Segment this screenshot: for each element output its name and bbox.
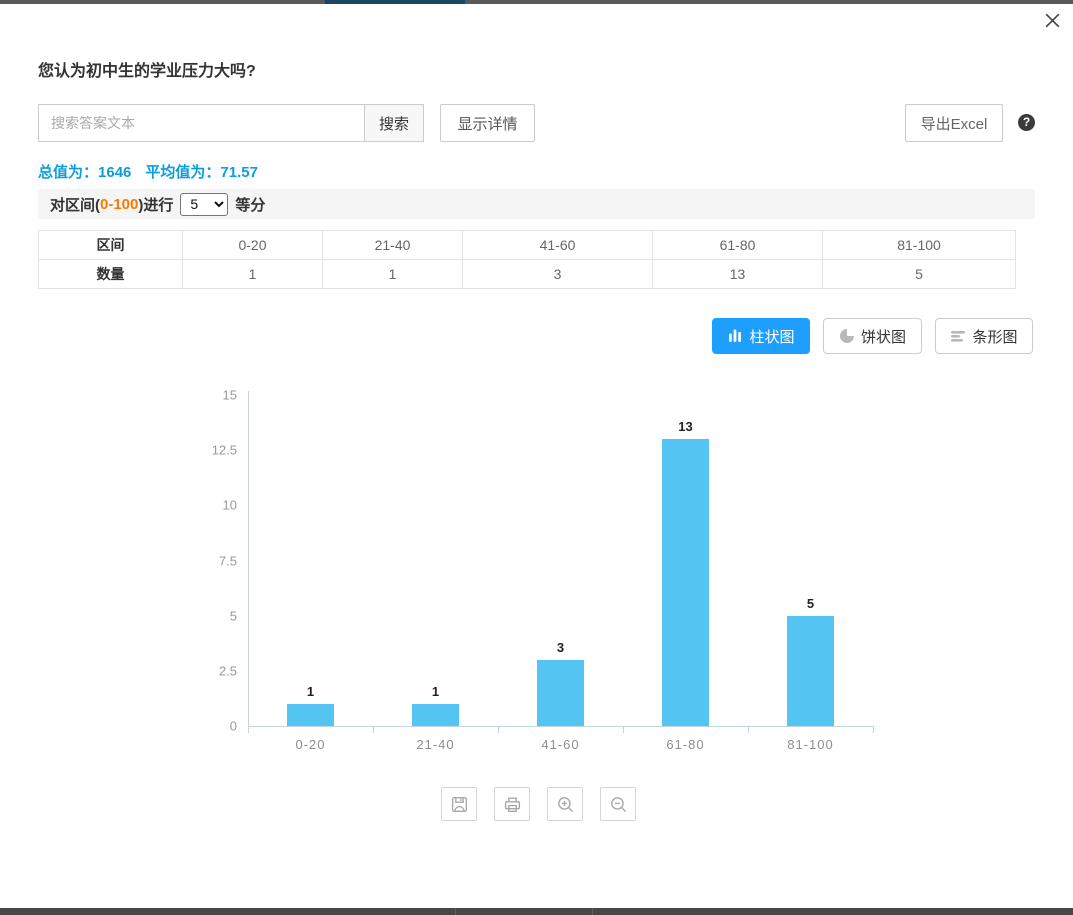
average-label: 平均值为： (145, 164, 220, 181)
interval-text-before: 对区间( (50, 194, 100, 215)
search-button[interactable]: 搜索 (364, 104, 424, 142)
interval-cell: 41-60 (463, 231, 653, 260)
zoom-in-button[interactable] (547, 787, 583, 821)
close-button[interactable] (1040, 8, 1064, 32)
count-cell: 1 (183, 260, 323, 289)
count-cell: 13 (653, 260, 823, 289)
count-cell: 5 (823, 260, 1016, 289)
row-header-interval: 区间 (39, 231, 183, 260)
page-title: 您认为初中生的学业压力大吗? (38, 57, 256, 81)
export-excel-button[interactable]: 导出Excel (905, 104, 1003, 142)
tab-bar-chart[interactable]: 柱状图 (712, 318, 810, 354)
divisions-select[interactable]: 5 (180, 193, 228, 216)
tab-horizontal-bar-chart-label: 条形图 (972, 326, 1017, 347)
horizontal-bar-chart-icon (950, 328, 966, 344)
interval-cell: 81-100 (823, 231, 1016, 260)
search-input[interactable] (38, 104, 365, 142)
row-header-count: 数量 (39, 260, 183, 289)
count-cell: 3 (463, 260, 653, 289)
interval-text-suffix: 等分 (235, 194, 265, 215)
print-button[interactable] (494, 787, 530, 821)
frequency-table: 区间 0-20 21-40 41-60 61-80 81-100 数量 1 1 … (38, 230, 1016, 289)
tab-horizontal-bar-chart[interactable]: 条形图 (935, 318, 1033, 354)
bottom-strip-divider (455, 908, 456, 915)
tab-bar-chart-label: 柱状图 (749, 326, 794, 347)
tab-pie-chart[interactable]: 饼状图 (823, 318, 922, 354)
table-row-counts: 数量 1 1 3 13 5 (39, 260, 1016, 289)
save-icon (450, 795, 469, 814)
interval-cell: 0-20 (183, 231, 323, 260)
bottom-strip-divider (592, 908, 593, 915)
interval-band: 对区间(0-100)进行 5 等分 (38, 189, 1035, 219)
count-cell: 1 (323, 260, 463, 289)
close-icon (1043, 11, 1062, 30)
interval-cell: 61-80 (653, 231, 823, 260)
interval-cell: 21-40 (323, 231, 463, 260)
bar-chart-icon (727, 328, 743, 344)
total-label: 总值为： (38, 164, 98, 181)
zoom-in-icon (556, 795, 575, 814)
total-value: 1646 (98, 164, 131, 181)
average-value: 71.57 (220, 164, 258, 181)
background-bottom-strip (0, 908, 1073, 915)
tab-pie-chart-label: 饼状图 (861, 326, 906, 347)
chart-toolbar (441, 787, 636, 821)
survey-stats-dialog: 您认为初中生的学业压力大吗? 搜索 显示详情 导出Excel ? 总值为：164… (0, 0, 1073, 915)
zoom-out-button[interactable] (600, 787, 636, 821)
help-icon[interactable]: ? (1018, 114, 1035, 131)
save-image-button[interactable] (441, 787, 477, 821)
pie-chart-icon (839, 328, 855, 344)
show-details-button[interactable]: 显示详情 (440, 104, 535, 142)
print-icon (503, 795, 522, 814)
stats-line: 总值为：1646 平均值为：71.57 (38, 161, 258, 182)
zoom-out-icon (609, 795, 628, 814)
interval-range: 0-100 (100, 196, 138, 213)
interval-text-after: )进行 (138, 194, 173, 215)
table-row-intervals: 区间 0-20 21-40 41-60 61-80 81-100 (39, 231, 1016, 260)
